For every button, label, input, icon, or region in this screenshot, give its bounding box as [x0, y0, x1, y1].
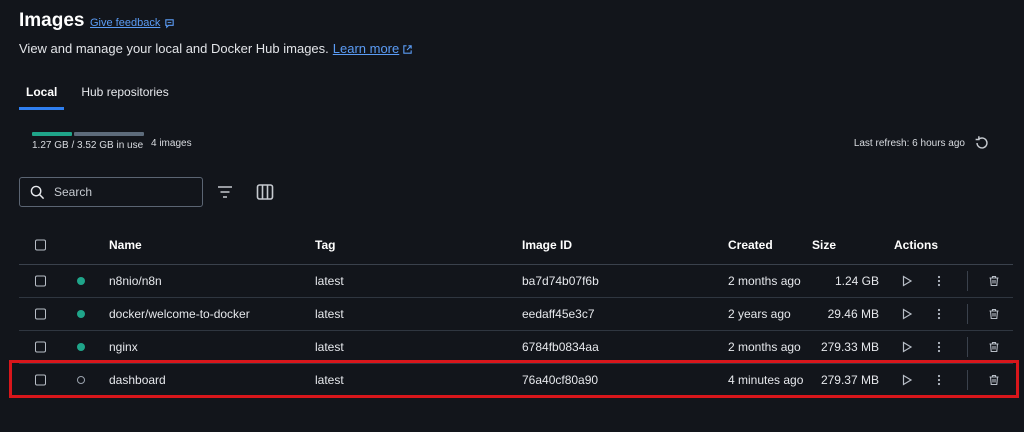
run-icon[interactable] [901, 275, 913, 287]
more-options-icon[interactable] [937, 374, 941, 386]
run-icon[interactable] [901, 374, 913, 386]
image-created: 2 months ago [728, 274, 801, 288]
image-size: 279.37 MB [820, 373, 879, 387]
delete-icon[interactable] [988, 374, 1000, 386]
subtitle-text: View and manage your local and Docker Hu… [19, 41, 329, 56]
image-tag: latest [315, 340, 344, 354]
columns-button[interactable] [256, 183, 274, 206]
column-header-size[interactable]: Size [812, 238, 836, 252]
more-options-icon[interactable] [937, 308, 941, 320]
tab-local[interactable]: Local [19, 85, 65, 110]
more-options-icon[interactable] [937, 341, 941, 353]
give-feedback-label: Give feedback [90, 17, 161, 29]
delete-icon[interactable] [988, 275, 1000, 287]
row-checkbox[interactable] [35, 341, 46, 353]
search-icon [30, 185, 45, 200]
image-created: 2 years ago [728, 307, 791, 321]
in-use-status-dot [77, 310, 85, 318]
external-link-icon[interactable] [402, 43, 413, 58]
image-name[interactable]: dashboard [109, 373, 166, 387]
column-header-image-id[interactable]: Image ID [522, 238, 572, 252]
action-divider [967, 271, 968, 291]
image-name[interactable]: n8nio/n8n [109, 274, 162, 288]
image-id: 76a40cf80a90 [522, 373, 599, 387]
image-tag: latest [315, 307, 344, 321]
disk-usage-remaining [74, 132, 144, 136]
delete-icon[interactable] [988, 341, 1000, 353]
disk-usage-used [32, 132, 72, 136]
unused-status-dot [77, 376, 85, 384]
table-row[interactable]: n8nio/n8n latest ba7d74b07f6b 2 months a… [19, 265, 1013, 298]
image-name[interactable]: docker/welcome-to-docker [109, 307, 250, 321]
column-header-tag[interactable]: Tag [315, 238, 335, 252]
feedback-icon [164, 18, 175, 29]
image-id: ba7d74b07f6b [522, 274, 599, 288]
image-id: 6784fb0834aa [522, 340, 599, 354]
tab-hub-repositories[interactable]: Hub repositories [74, 85, 175, 110]
image-size: 1.24 GB [834, 274, 879, 288]
image-name[interactable]: nginx [109, 340, 138, 354]
tab-bar: Local Hub repositories [19, 85, 186, 110]
refresh-status: Last refresh: 6 hours ago [854, 134, 991, 152]
columns-icon [256, 183, 274, 201]
image-created: 2 months ago [728, 340, 801, 354]
filter-button[interactable] [216, 183, 234, 206]
image-size: 29.46 MB [827, 307, 879, 321]
more-options-icon[interactable] [937, 275, 941, 287]
action-divider [967, 304, 968, 324]
select-all-checkbox[interactable] [35, 239, 46, 250]
table-row[interactable]: nginx latest 6784fb0834aa 2 months ago 2… [19, 331, 1013, 364]
in-use-status-dot [77, 343, 85, 351]
table-row[interactable]: dashboard latest 76a40cf80a90 4 minutes … [19, 364, 1013, 397]
run-icon[interactable] [901, 341, 913, 353]
table-header: Name Tag Image ID Created Size Actions [19, 225, 1013, 265]
row-checkbox[interactable] [35, 275, 46, 287]
disk-usage-bar [32, 132, 144, 136]
image-created: 4 minutes ago [728, 373, 804, 387]
image-tag: latest [315, 274, 344, 288]
disk-usage: 1.27 GB / 3.52 GB in use [32, 132, 144, 151]
image-id: eedaff45e3c7 [522, 307, 595, 321]
page-subtitle: View and manage your local and Docker Hu… [19, 41, 413, 58]
image-count: 4 images [151, 138, 192, 149]
row-checkbox[interactable] [35, 308, 46, 320]
action-divider [967, 337, 968, 357]
image-size: 279.33 MB [820, 340, 879, 354]
last-refresh-label: Last refresh: 6 hours ago [853, 137, 965, 149]
column-header-actions: Actions [894, 237, 939, 252]
column-header-created[interactable]: Created [728, 238, 773, 252]
delete-icon[interactable] [988, 308, 1000, 320]
column-header-name[interactable]: Name [109, 238, 142, 252]
image-tag: latest [315, 373, 344, 387]
run-icon[interactable] [901, 308, 913, 320]
action-divider [967, 370, 968, 390]
images-table: Name Tag Image ID Created Size Actions n… [19, 225, 1013, 397]
page-title: Images [19, 10, 85, 31]
filter-icon [216, 183, 234, 201]
refresh-icon[interactable] [973, 134, 991, 152]
search-input[interactable] [54, 185, 184, 199]
learn-more-link[interactable]: Learn more [333, 41, 399, 56]
disk-usage-text: 1.27 GB / 3.52 GB in use [32, 140, 144, 151]
search-box[interactable] [19, 177, 203, 207]
table-row[interactable]: docker/welcome-to-docker latest eedaff45… [19, 298, 1013, 331]
row-checkbox[interactable] [35, 374, 46, 386]
in-use-status-dot [77, 277, 85, 285]
give-feedback-link[interactable]: Give feedback [90, 17, 175, 29]
